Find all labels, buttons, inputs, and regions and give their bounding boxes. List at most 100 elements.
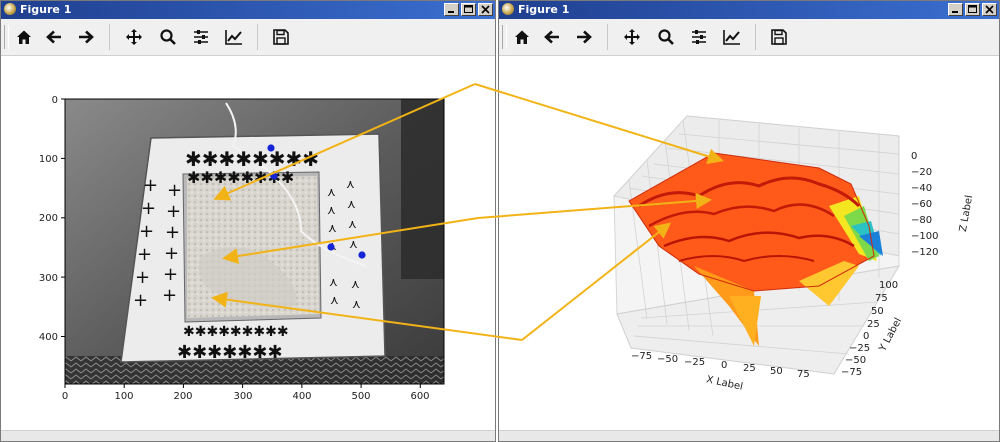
surface-3d-axes: 0 −20 −40 −60 −80 −80 −100 −100 −120 Z L…	[613, 115, 975, 393]
home-icon	[515, 30, 529, 44]
svg-text:⋏: ⋏	[330, 293, 339, 307]
toolbar-separator	[257, 24, 258, 50]
y-tick-label: 100	[39, 154, 58, 165]
svg-text:+: +	[167, 180, 182, 201]
status-bar	[1, 430, 495, 441]
zoom-button[interactable]	[155, 25, 181, 49]
home-icon	[17, 30, 31, 44]
z-tick-label: −60	[911, 199, 932, 210]
svg-text:+: +	[137, 244, 152, 265]
edit-curves-button[interactable]	[719, 25, 745, 49]
x-tick-label: 100	[114, 391, 133, 402]
pan-move-icon	[126, 29, 142, 45]
home-button[interactable]	[509, 25, 535, 49]
minimize-button[interactable]	[444, 3, 459, 16]
svg-text:✱✱✱✱✱✱✱: ✱✱✱✱✱✱✱	[177, 342, 283, 363]
edit-curves-button[interactable]	[221, 25, 247, 49]
svg-text:✱✱✱✱✱✱✱✱✱: ✱✱✱✱✱✱✱✱✱	[183, 324, 289, 340]
figure-canvas[interactable]: 0 −20 −40 −60 −80 −80 −100 −100 −120 Z L…	[499, 56, 999, 431]
maximize-button[interactable]	[965, 3, 980, 16]
y-tick-label: 200	[39, 213, 58, 224]
svg-text:⋏: ⋏	[346, 177, 355, 191]
svg-text:+: +	[162, 285, 177, 306]
z-tick-label: 0	[911, 151, 917, 162]
back-arrow-icon	[46, 30, 61, 44]
svg-text:+: +	[143, 175, 158, 196]
svg-text:⋏: ⋏	[327, 203, 336, 217]
navigation-toolbar	[1, 19, 495, 56]
y-tick-label: 0	[52, 95, 58, 106]
z-tick-label: −20	[911, 167, 932, 178]
svg-text:+: +	[164, 243, 179, 264]
toolbar-separator	[755, 24, 756, 50]
back-button[interactable]	[41, 25, 67, 49]
y-tick-label: 50	[871, 306, 884, 317]
forward-button[interactable]	[73, 25, 99, 49]
title-bar[interactable]: Figure 1	[499, 1, 999, 19]
window-title: Figure 1	[518, 3, 570, 16]
svg-text:⋏: ⋏	[347, 197, 356, 211]
status-bar	[499, 430, 999, 441]
forward-button[interactable]	[571, 25, 597, 49]
svg-text:⋏: ⋏	[328, 221, 337, 235]
x-tick-label: 400	[292, 391, 311, 402]
x-tick-label: −75	[631, 351, 652, 362]
pan-move-icon	[624, 29, 640, 45]
title-bar[interactable]: Figure 1	[1, 1, 495, 19]
save-floppy-icon	[273, 29, 289, 45]
x-tick-label: 600	[410, 391, 429, 402]
svg-text:+: +	[163, 264, 178, 285]
y-tick-label: 0	[863, 331, 869, 342]
svg-text:+: +	[165, 222, 180, 243]
svg-text:+: +	[133, 290, 148, 311]
configure-subplots-icon	[692, 30, 706, 44]
x-tick-label: 200	[173, 391, 192, 402]
zoom-magnifier-icon	[658, 29, 674, 45]
save-button[interactable]	[766, 25, 792, 49]
forward-arrow-icon	[79, 30, 94, 44]
toolbar-grip	[4, 25, 9, 49]
figure-window-right: Figure 1 0 −20 −40 −60 −80 −100 −120 Z L…	[498, 0, 1000, 442]
y-tick-label: −75	[841, 367, 862, 378]
svg-text:+: +	[139, 221, 154, 242]
toolbar-grip	[502, 25, 507, 49]
home-button[interactable]	[11, 25, 37, 49]
app-icon	[502, 3, 514, 15]
close-button[interactable]	[478, 3, 493, 16]
minimize-button[interactable]	[948, 3, 963, 16]
y-tick-label: 75	[875, 293, 888, 304]
svg-text:⋏: ⋏	[349, 237, 358, 251]
subplots-button[interactable]	[188, 25, 214, 49]
subplots-button[interactable]	[686, 25, 712, 49]
y-tick-label: −50	[845, 355, 866, 366]
x-tick-label: −50	[657, 354, 678, 365]
svg-text:⋏: ⋏	[351, 277, 360, 291]
z-tick-label: −120	[911, 247, 938, 258]
svg-text:⋏: ⋏	[348, 217, 357, 231]
maximize-button[interactable]	[461, 3, 476, 16]
svg-text:+: +	[166, 201, 181, 222]
back-button[interactable]	[539, 25, 565, 49]
forward-arrow-icon	[577, 30, 592, 44]
close-button[interactable]	[982, 3, 997, 16]
z-tick-label: −80	[911, 215, 932, 226]
pan-button[interactable]	[619, 25, 645, 49]
z-axis: 0 −20 −40 −60 −80 −80 −100 −100 −120 Z L…	[911, 151, 975, 258]
y-tick-label: 300	[39, 273, 58, 284]
figure-window-left: Figure 1 ✱✱✱✱✱✱✱✱ ✱✱✱✱✱✱✱✱ ✱✱✱✱✱✱✱✱✱ ✱✱✱…	[0, 0, 496, 442]
x-axis-label: X Label	[705, 374, 743, 392]
image-axes: ✱✱✱✱✱✱✱✱ ✱✱✱✱✱✱✱✱ ✱✱✱✱✱✱✱✱✱ ✱✱✱✱✱✱✱ ++++…	[39, 95, 445, 402]
z-axis-label: Z Label	[958, 194, 975, 232]
svg-text:⋏: ⋏	[327, 185, 336, 199]
toolbar-separator	[607, 24, 608, 50]
pan-button[interactable]	[121, 25, 147, 49]
figure-canvas[interactable]: ✱✱✱✱✱✱✱✱ ✱✱✱✱✱✱✱✱ ✱✱✱✱✱✱✱✱✱ ✱✱✱✱✱✱✱ + + + +…	[1, 56, 495, 431]
svg-text:+: +	[135, 267, 150, 288]
x-tick-label: 500	[351, 391, 370, 402]
svg-text:+: +	[141, 198, 156, 219]
toolbar-separator	[109, 24, 110, 50]
zoom-button[interactable]	[653, 25, 679, 49]
y-tick-label: 400	[39, 332, 58, 343]
z-tick-label: −40	[911, 183, 932, 194]
save-button[interactable]	[268, 25, 294, 49]
